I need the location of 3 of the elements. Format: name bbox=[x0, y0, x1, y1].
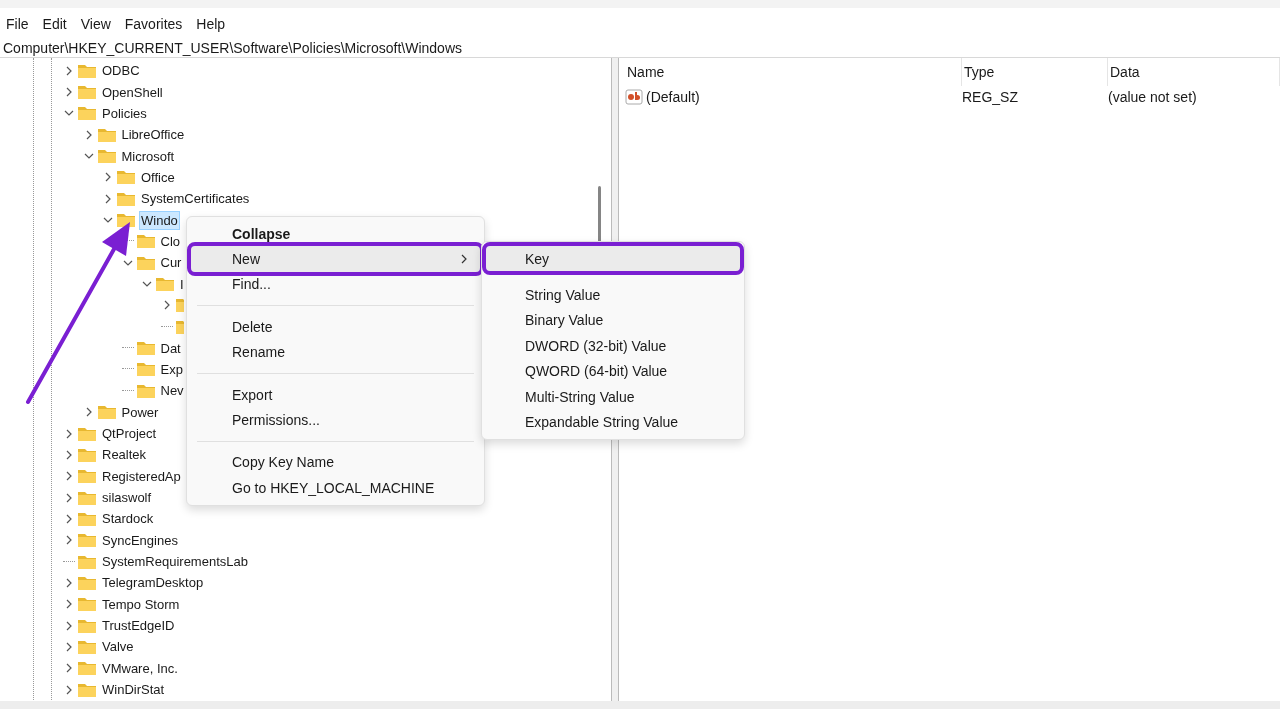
table-cell: (Default) bbox=[646, 89, 700, 105]
table-cell-text: (value not set) bbox=[1108, 89, 1198, 105]
table-cell-text: REG_SZ bbox=[962, 89, 1019, 105]
